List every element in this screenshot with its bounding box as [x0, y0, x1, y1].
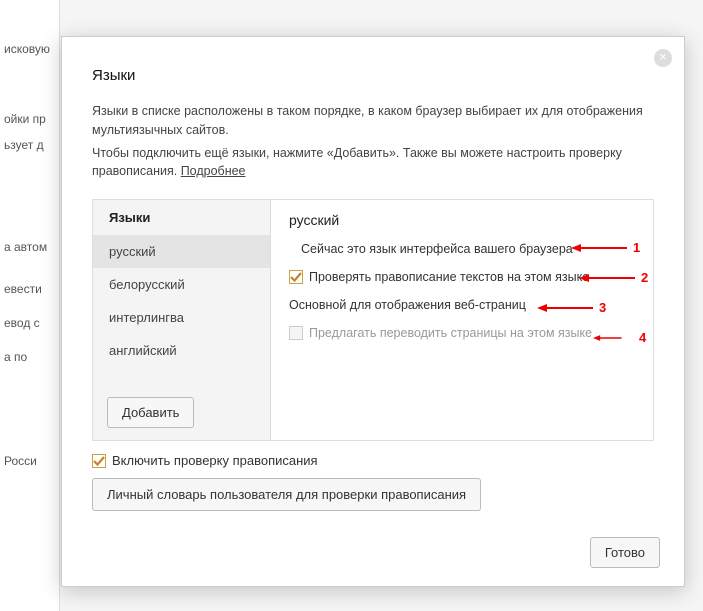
- annotation-label-1: 1: [633, 240, 640, 255]
- enable-spellcheck-row: Включить проверку правописания: [92, 453, 654, 468]
- dialog-footer: Готово: [590, 537, 660, 568]
- detail-language-name: русский: [289, 212, 635, 228]
- interface-language-label: Сейчас это язык интерфейса вашего браузе…: [301, 242, 573, 256]
- annotation-label-4: 4: [639, 330, 646, 345]
- spellcheck-checkbox[interactable]: [289, 270, 303, 284]
- intro-text-2-prefix: Чтобы подключить ещё языки, нажмите «Доб…: [92, 146, 622, 179]
- detail-row-translate: Предлагать переводить страницы на этом я…: [289, 326, 635, 340]
- add-language-button[interactable]: Добавить: [107, 397, 194, 428]
- language-item-belarusian[interactable]: белорусский: [93, 268, 270, 301]
- intro-text-1: Языки в списке расположены в таком поряд…: [92, 102, 654, 140]
- annotation-label-2: 2: [641, 270, 648, 285]
- language-item-english[interactable]: английский: [93, 334, 270, 367]
- language-list-header: Языки: [93, 200, 270, 235]
- language-item-russian[interactable]: русский: [93, 235, 270, 268]
- translate-checkbox[interactable]: [289, 326, 303, 340]
- annotation-arrow-2: 2: [579, 270, 648, 285]
- annotation-arrow-3: 3: [537, 300, 606, 315]
- language-item-interlingua[interactable]: интерлингва: [93, 301, 270, 334]
- enable-spellcheck-label: Включить проверку правописания: [112, 453, 318, 468]
- languages-panel: Языки русский белорусский интерлингва ан…: [92, 199, 654, 441]
- annotation-arrow-1: 1: [571, 240, 640, 255]
- learn-more-link[interactable]: Подробнее: [181, 164, 246, 178]
- personal-dictionary-button[interactable]: Личный словарь пользователя для проверки…: [92, 478, 481, 511]
- primary-display-label: Основной для отображения веб-страниц: [289, 298, 526, 312]
- annotation-arrow-4: 4: [593, 330, 646, 345]
- below-panel: Включить проверку правописания Личный сл…: [92, 453, 654, 511]
- done-button[interactable]: Готово: [590, 537, 660, 568]
- intro-text-2: Чтобы подключить ещё языки, нажмите «Доб…: [92, 144, 654, 182]
- language-detail: русский Сейчас это язык интерфейса вашег…: [271, 200, 653, 440]
- enable-spellcheck-checkbox[interactable]: [92, 454, 106, 468]
- close-icon[interactable]: ×: [654, 49, 672, 67]
- translate-label: Предлагать переводить страницы на этом я…: [309, 326, 592, 340]
- language-list: Языки русский белорусский интерлингва ан…: [93, 200, 271, 440]
- annotation-label-3: 3: [599, 300, 606, 315]
- spellcheck-label: Проверять правописание текстов на этом я…: [309, 270, 589, 284]
- languages-dialog: × Языки Языки в списке расположены в так…: [61, 36, 685, 587]
- dialog-title: Языки: [92, 67, 654, 84]
